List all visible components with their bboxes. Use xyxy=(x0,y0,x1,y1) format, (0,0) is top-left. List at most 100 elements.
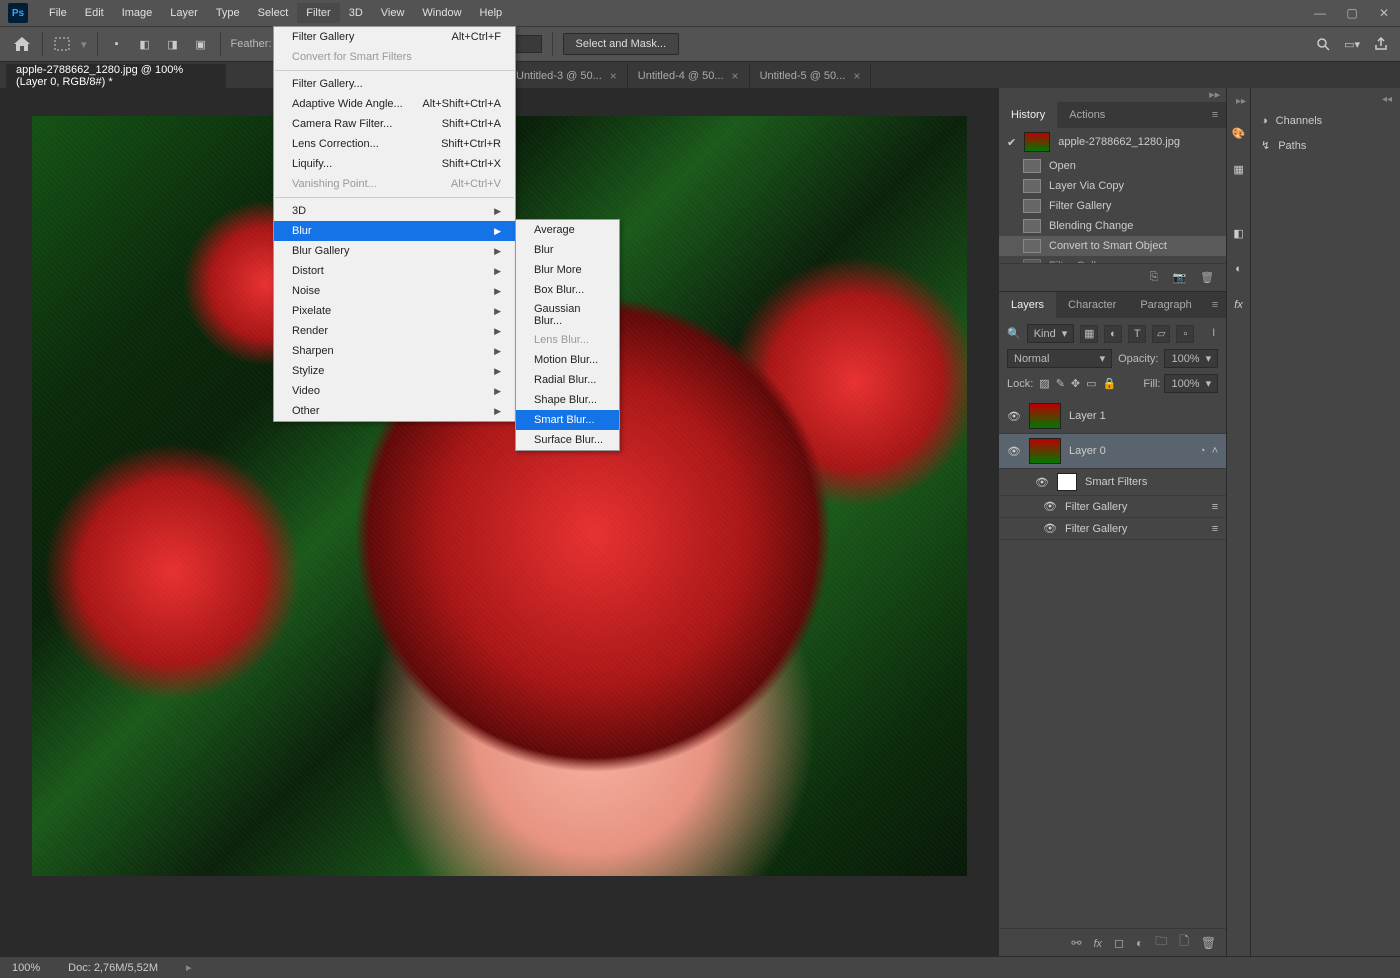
menu-item-render[interactable]: Render▶ xyxy=(274,321,515,341)
panel-menu-icon[interactable]: ≡ xyxy=(1204,109,1226,121)
doc-tab-2[interactable]: Untitled-4 @ 50...× xyxy=(628,64,750,88)
menu-item-blur-gallery[interactable]: Blur Gallery▶ xyxy=(274,241,515,261)
menu-item-distort[interactable]: Distort▶ xyxy=(274,261,515,281)
history-step[interactable]: Convert to Smart Object xyxy=(999,236,1226,256)
menu-item-adaptive-wide-angle-[interactable]: Adaptive Wide Angle...Alt+Shift+Ctrl+A xyxy=(274,94,515,114)
doc-tab-3[interactable]: Untitled-5 @ 50...× xyxy=(750,64,872,88)
swatches-icon[interactable]: ▦ xyxy=(1229,159,1249,179)
home-icon[interactable] xyxy=(12,35,32,53)
blend-mode-select[interactable]: Normal▾ xyxy=(1007,349,1112,368)
filter-options-icon[interactable]: ≡ xyxy=(1212,501,1218,513)
menu-item-liquify-[interactable]: Liquify...Shift+Ctrl+X xyxy=(274,154,515,174)
adjustments-icon[interactable]: ◧ xyxy=(1229,223,1249,243)
filter-toggle-icon[interactable]: ⏽ xyxy=(1209,327,1218,340)
panel-menu-icon[interactable]: ≡ xyxy=(1204,299,1226,311)
new-snapshot-icon[interactable]: 📷 xyxy=(1172,271,1186,284)
menu-filter[interactable]: Filter xyxy=(297,3,339,23)
channels-button[interactable]: ◑ Channels xyxy=(1251,109,1400,133)
menu-type[interactable]: Type xyxy=(207,3,249,23)
history-step[interactable]: Blending Change xyxy=(999,216,1226,236)
layer-mask-icon[interactable]: ◻ xyxy=(1114,936,1124,950)
layer-name[interactable]: Filter Gallery xyxy=(1065,523,1127,535)
menu-item-box-blur-[interactable]: Box Blur... xyxy=(516,280,619,300)
layer-name[interactable]: Layer 0 xyxy=(1069,445,1106,457)
menu-item-shape-blur-[interactable]: Shape Blur... xyxy=(516,390,619,410)
collapse-panels-icon[interactable]: ▸▸ xyxy=(999,88,1226,102)
opacity-input[interactable]: 100%▾ xyxy=(1164,349,1218,368)
styles-icon[interactable]: ◐ xyxy=(1229,259,1249,279)
minimize-button[interactable]: — xyxy=(1304,0,1336,26)
select-and-mask-button[interactable]: Select and Mask... xyxy=(563,33,680,55)
tab-paragraph[interactable]: Paragraph xyxy=(1128,292,1203,318)
menu-item-3d[interactable]: 3D▶ xyxy=(274,201,515,221)
menu-item-pixelate[interactable]: Pixelate▶ xyxy=(274,301,515,321)
group-icon[interactable]: 🗀 xyxy=(1155,932,1167,953)
menu-item-radial-blur-[interactable]: Radial Blur... xyxy=(516,370,619,390)
marquee-tool-icon[interactable] xyxy=(53,35,71,53)
visibility-icon[interactable]: 👁 xyxy=(1043,500,1057,513)
visibility-icon[interactable]: 👁 xyxy=(1007,445,1021,458)
adjustment-layer-icon[interactable]: ◐ xyxy=(1136,936,1143,950)
collapse-icon[interactable]: ▸▸ xyxy=(1236,96,1250,107)
selection-new-icon[interactable]: ▪ xyxy=(108,35,126,53)
zoom-level[interactable]: 100% xyxy=(12,962,40,974)
filter-pixel-icon[interactable]: ▦ xyxy=(1080,325,1098,343)
fill-input[interactable]: 100%▾ xyxy=(1164,374,1218,393)
menu-select[interactable]: Select xyxy=(249,3,298,23)
layer-style-icon[interactable]: fx xyxy=(1093,936,1102,950)
link-layers-icon[interactable]: ⚯ xyxy=(1071,936,1081,950)
menu-help[interactable]: Help xyxy=(471,3,512,23)
share-icon[interactable] xyxy=(1374,37,1388,51)
paths-button[interactable]: ↯ Paths xyxy=(1251,133,1400,158)
history-step[interactable]: Layer Via Copy xyxy=(999,176,1226,196)
layer-thumb[interactable] xyxy=(1029,438,1061,464)
doc-tab-0[interactable]: apple-2788662_1280.jpg @ 100% (Layer 0, … xyxy=(6,64,226,88)
search-icon[interactable]: 🔍 xyxy=(1007,327,1021,340)
menu-layer[interactable]: Layer xyxy=(161,3,207,23)
doc-tab-1[interactable]: Untitled-3 @ 50...× xyxy=(506,64,628,88)
visibility-icon[interactable]: 👁 xyxy=(1035,476,1049,489)
close-icon[interactable]: × xyxy=(732,69,739,83)
menu-item-filter-gallery[interactable]: Filter GalleryAlt+Ctrl+F xyxy=(274,27,515,47)
tab-history[interactable]: History xyxy=(999,102,1057,128)
layer-row[interactable]: 👁 Filter Gallery ≡ xyxy=(999,496,1226,518)
menu-item-smart-blur-[interactable]: Smart Blur... xyxy=(516,410,619,430)
menu-edit[interactable]: Edit xyxy=(76,3,113,23)
new-document-icon[interactable]: ⎘ xyxy=(1150,271,1159,284)
menu-image[interactable]: Image xyxy=(113,3,162,23)
visibility-icon[interactable]: 👁 xyxy=(1043,522,1057,535)
menu-file[interactable]: File xyxy=(40,3,76,23)
menu-item-blur[interactable]: Blur xyxy=(516,240,619,260)
fx-icon[interactable]: fx xyxy=(1229,295,1249,315)
menu-window[interactable]: Window xyxy=(413,3,470,23)
menu-view[interactable]: View xyxy=(372,3,414,23)
selection-add-icon[interactable]: ◧ xyxy=(136,35,154,53)
layer-row[interactable]: 👁 Filter Gallery ≡ xyxy=(999,518,1226,540)
delete-icon[interactable]: 🗑 xyxy=(1200,271,1214,284)
menu-item-lens-correction-[interactable]: Lens Correction...Shift+Ctrl+R xyxy=(274,134,515,154)
menu-item-blur-more[interactable]: Blur More xyxy=(516,260,619,280)
menu-item-stylize[interactable]: Stylize▶ xyxy=(274,361,515,381)
menu-item-noise[interactable]: Noise▶ xyxy=(274,281,515,301)
delete-icon[interactable]: 🗑 xyxy=(1201,936,1216,950)
history-brush-icon[interactable]: ✔ xyxy=(1007,136,1016,149)
filter-options-icon[interactable]: ≡ xyxy=(1212,523,1218,535)
tab-layers[interactable]: Layers xyxy=(999,292,1056,318)
tab-actions[interactable]: Actions xyxy=(1057,102,1117,128)
layer-name[interactable]: Filter Gallery xyxy=(1065,501,1127,513)
lock-pixels-icon[interactable]: ▨ xyxy=(1039,377,1049,390)
doc-size[interactable]: Doc: 2,76M/5,52M xyxy=(68,962,158,974)
expand-icon[interactable]: ˄ xyxy=(1212,445,1218,457)
tab-character[interactable]: Character xyxy=(1056,292,1128,318)
visibility-icon[interactable]: 👁 xyxy=(1007,410,1021,423)
menu-item-average[interactable]: Average xyxy=(516,220,619,240)
layer-thumb[interactable] xyxy=(1029,403,1061,429)
screen-mode-icon[interactable]: ▭▾ xyxy=(1344,38,1360,51)
menu-item-camera-raw-filter-[interactable]: Camera Raw Filter...Shift+Ctrl+A xyxy=(274,114,515,134)
layer-name[interactable]: Layer 1 xyxy=(1069,410,1106,422)
history-snapshot-thumb[interactable] xyxy=(1024,132,1050,152)
history-step[interactable]: Open xyxy=(999,156,1226,176)
collapse-icon[interactable]: ◂◂ xyxy=(1251,94,1400,109)
lock-position-icon[interactable]: ✥ xyxy=(1071,377,1080,390)
menu-item-gaussian-blur-[interactable]: Gaussian Blur... xyxy=(516,300,619,330)
